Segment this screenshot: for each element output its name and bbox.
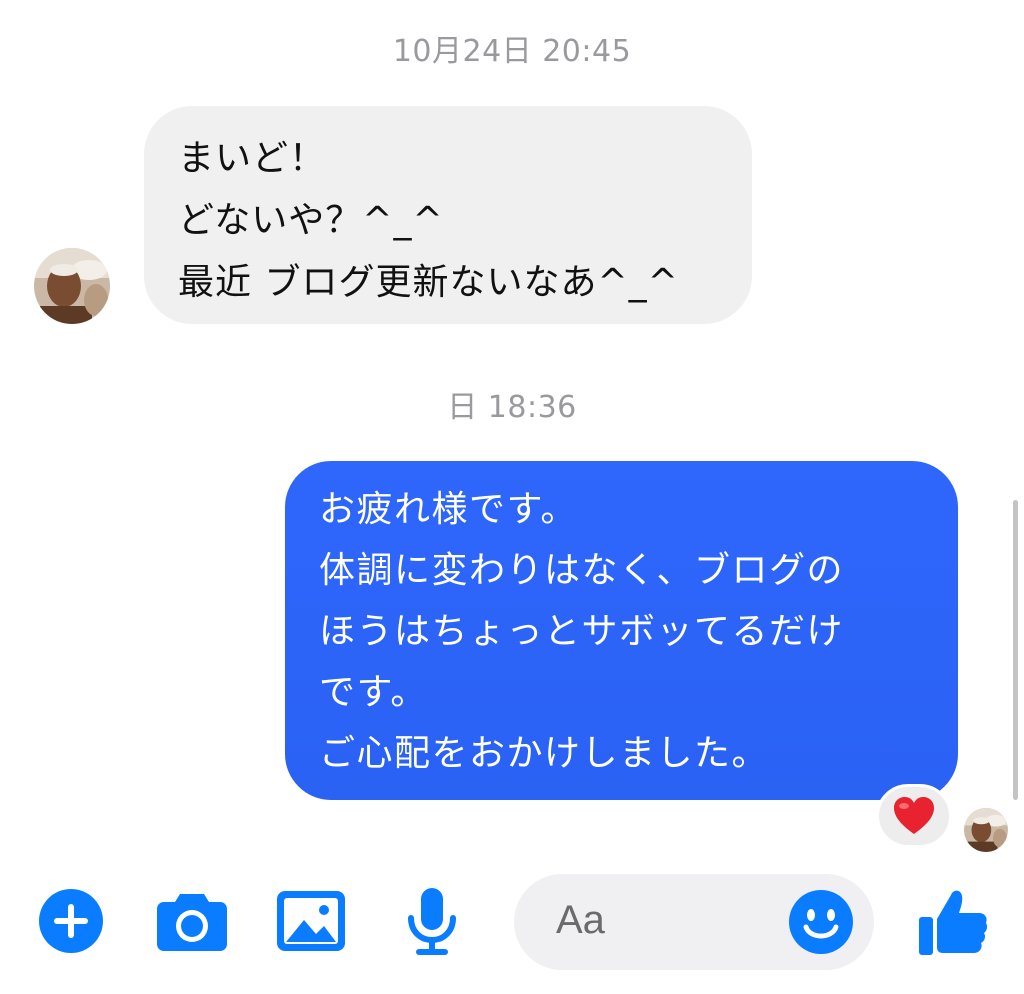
mic-button[interactable] — [404, 886, 460, 958]
timestamp: 日 18:36 — [447, 390, 577, 425]
gallery-button[interactable] — [276, 888, 346, 954]
camera-button[interactable] — [156, 888, 228, 954]
gallery-icon — [277, 891, 345, 951]
message-line: お疲れ様です。 — [319, 489, 578, 530]
like-button[interactable] — [916, 884, 990, 958]
message-line: ほうはちょっとサボッてるだけ — [319, 611, 845, 652]
message-line: どないや？^_^ — [178, 200, 444, 241]
message-line: 体調に変わりはなく、ブログの — [319, 550, 845, 591]
message-line: ご心配をおかけしました。 — [319, 733, 770, 774]
messenger-thread: 10月24日 20:45 まいど！ どないや？^_^ 最近 ブログ更新ないなあ^… — [0, 0, 1024, 994]
contact-avatar-image — [34, 248, 110, 324]
contact-avatar[interactable] — [34, 248, 110, 324]
timestamp: 10月24日 20:45 — [392, 34, 632, 69]
plus-icon — [39, 889, 103, 953]
emoji-icon — [789, 890, 853, 954]
heart-icon — [894, 797, 934, 834]
read-receipt-avatar-image — [964, 808, 1008, 852]
camera-icon — [157, 894, 227, 951]
message-input[interactable]: Aa — [514, 874, 874, 970]
incoming-message-bubble[interactable]: まいど！ どないや？^_^ 最近 ブログ更新ないなあ^_^ — [144, 106, 752, 324]
thumbs-up-icon — [919, 890, 988, 955]
plus-button[interactable] — [38, 888, 104, 954]
emoji-button[interactable] — [788, 889, 854, 955]
outgoing-message-bubble[interactable]: お疲れ様です。 体調に変わりはなく、ブログの ほうはちょっとサボッてるだけ です… — [285, 461, 958, 800]
message-input-placeholder: Aa — [556, 898, 605, 942]
read-receipt-avatar — [964, 808, 1008, 852]
message-line: です。 — [319, 672, 428, 713]
mic-icon — [408, 888, 456, 955]
reaction-badge[interactable] — [876, 784, 952, 848]
scrollbar[interactable] — [1013, 500, 1018, 800]
message-line: まいど！ — [178, 138, 327, 179]
message-line: 最近 ブログ更新ないなあ^_^ — [178, 262, 679, 303]
